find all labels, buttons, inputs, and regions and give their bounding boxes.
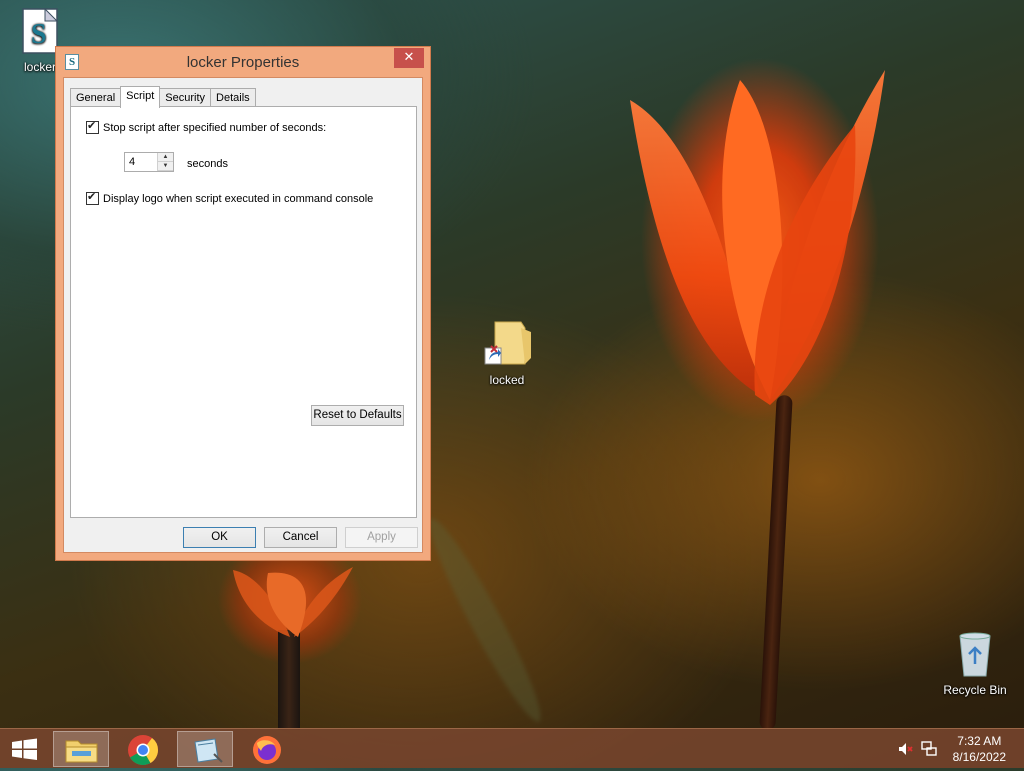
- desktop-icon-label: locked: [489, 373, 525, 387]
- firefox-icon: [253, 736, 281, 764]
- taskbar-file-explorer[interactable]: [53, 731, 109, 767]
- tab-details[interactable]: Details: [210, 88, 256, 108]
- checkbox-checked-icon: [86, 119, 99, 134]
- seconds-input[interactable]: 4: [129, 156, 135, 168]
- taskbar-chrome[interactable]: [115, 731, 171, 767]
- script-tab-panel: Stop script after specified number of se…: [70, 106, 417, 518]
- wallpaper-flower-stem: [759, 394, 793, 731]
- spinner-down-icon[interactable]: ▼: [158, 162, 173, 171]
- ok-button[interactable]: OK: [183, 527, 256, 548]
- stop-script-checkbox[interactable]: Stop script after specified number of se…: [86, 119, 327, 134]
- wallpaper-tulip: [630, 70, 885, 405]
- taskbar: 7:32 AM 8/16/2022: [0, 728, 1024, 768]
- checkbox-checked-icon: [86, 190, 99, 205]
- spinner-arrows: ▲ ▼: [157, 153, 173, 171]
- cancel-button[interactable]: Cancel: [264, 527, 337, 548]
- close-icon: ✕: [403, 50, 415, 65]
- tab-security[interactable]: Security: [159, 88, 212, 108]
- chrome-icon: [128, 735, 158, 766]
- stop-script-label: Stop script after specified number of se…: [103, 121, 327, 134]
- close-button[interactable]: ✕: [394, 48, 424, 68]
- window-titlebar[interactable]: S locker Properties ✕: [56, 47, 430, 77]
- display-logo-checkbox[interactable]: Display logo when script executed in com…: [86, 190, 374, 205]
- windows-logo-icon: [12, 738, 37, 760]
- display-logo-label: Display logo when script executed in com…: [103, 192, 374, 205]
- script-window-icon: [194, 738, 223, 763]
- clock-date: 8/16/2022: [952, 750, 1006, 764]
- wallpaper-tulip-small: [233, 567, 353, 637]
- tab-strip: General Script Security Details: [70, 86, 256, 108]
- desktop-icon-locked[interactable]: locked: [478, 318, 536, 387]
- network-icon[interactable]: [921, 741, 937, 757]
- window-client-area: General Script Security Details Stop scr…: [63, 77, 423, 553]
- wallpaper-flower-stem-small: [278, 630, 300, 730]
- desktop-icon-recycle-bin[interactable]: Recycle Bin: [940, 632, 1010, 697]
- reset-to-defaults-button[interactable]: Reset to Defaults: [311, 405, 404, 426]
- seconds-spinner[interactable]: 4 ▲ ▼: [124, 152, 174, 172]
- system-clock[interactable]: 7:32 AM 8/16/2022: [953, 733, 1006, 765]
- apply-button[interactable]: Apply: [345, 527, 418, 548]
- clock-time: 7:32 AM: [957, 734, 1002, 748]
- wallpaper-leaf: [417, 511, 553, 729]
- window-title: locker Properties: [186, 54, 300, 71]
- desktop-icon-label: Recycle Bin: [943, 683, 1007, 697]
- volume-muted-icon[interactable]: [897, 741, 913, 757]
- properties-window: S locker Properties ✕ General Script Sec…: [55, 46, 431, 561]
- start-button[interactable]: [0, 731, 56, 767]
- tab-script[interactable]: Script: [120, 86, 161, 108]
- spinner-up-icon[interactable]: ▲: [158, 153, 173, 162]
- tab-general[interactable]: General: [70, 88, 122, 108]
- file-explorer-icon: [65, 740, 98, 763]
- folder-shortcut-icon: [484, 321, 531, 365]
- seconds-label: seconds: [187, 158, 228, 170]
- recycle-bin-icon: [959, 632, 991, 677]
- svg-text:S: S: [31, 19, 47, 50]
- taskbar-firefox[interactable]: [239, 731, 295, 767]
- taskbar-script-host[interactable]: [177, 731, 233, 767]
